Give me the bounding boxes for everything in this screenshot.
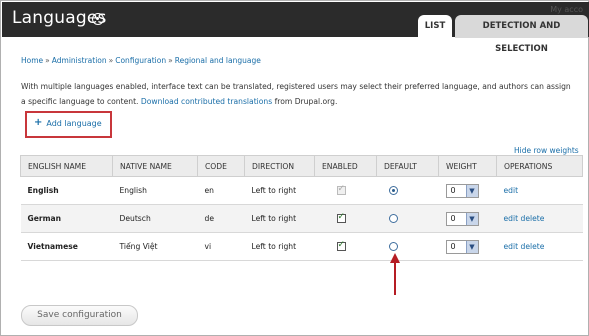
col-english-name[interactable]: ENGLISH NAME <box>20 155 113 177</box>
app-frame: Languages My acco LIST DETECTION AND SEL… <box>0 0 589 336</box>
breadcrumb-home[interactable]: Home <box>21 56 43 65</box>
table-row: German Deutsch de Left to right 0▼ edit … <box>20 204 583 233</box>
default-radio[interactable] <box>388 242 398 252</box>
hide-row-weights-link[interactable]: Hide row weights <box>514 146 579 155</box>
direction: Left to right <box>244 232 315 261</box>
operations-cell: edit delete <box>496 204 583 233</box>
edit-link[interactable]: edit <box>504 186 519 195</box>
breadcrumb-separator: » <box>45 56 50 65</box>
default-radio[interactable] <box>388 214 398 224</box>
enabled-checkbox[interactable] <box>336 240 346 252</box>
language-code: vi <box>197 232 245 261</box>
col-default[interactable]: DEFAULT <box>376 155 439 177</box>
english-name: Vietnamese <box>20 232 113 261</box>
col-weight[interactable]: WEIGHT <box>438 155 497 177</box>
col-native-name[interactable]: NATIVE NAME <box>112 155 198 177</box>
delete-link[interactable]: delete <box>521 214 545 223</box>
weight-cell: 0 ▼ <box>438 204 497 233</box>
breadcrumb-administration[interactable]: Administration <box>52 56 107 65</box>
chevron-down-icon: ▼ <box>465 240 478 253</box>
enabled-checkbox[interactable] <box>336 212 346 224</box>
default-cell <box>376 176 439 205</box>
add-language-label: Add language <box>46 118 102 128</box>
edit-link[interactable]: edit <box>504 242 519 251</box>
weight-value: 0 <box>450 242 456 251</box>
help-text: With multiple languages enabled, interfa… <box>21 79 576 109</box>
save-configuration-button[interactable]: Save configuration <box>21 305 138 326</box>
native-name: English <box>112 176 198 205</box>
col-enabled[interactable]: ENABLED <box>314 155 377 177</box>
weight-select[interactable]: 0 ▼ <box>445 211 479 226</box>
breadcrumb-separator: » <box>168 56 173 65</box>
chevron-down-icon: ▼ <box>465 184 478 197</box>
chevron-down-icon: ▼ <box>465 212 478 225</box>
direction: Left to right <box>244 176 315 205</box>
plus-icon: + <box>34 117 43 128</box>
weight-select[interactable]: 0 ▼ <box>445 183 479 198</box>
weight-select[interactable]: 0 ▼ <box>445 239 479 254</box>
default-cell <box>376 204 439 233</box>
enabled-checkbox <box>336 184 346 196</box>
delete-link[interactable]: delete <box>521 242 545 251</box>
native-name: Tiếng Việt <box>112 232 198 261</box>
weight-value: 0 <box>450 214 456 223</box>
download-translations-link[interactable]: Download contributed translations <box>141 97 272 106</box>
enabled-cell <box>314 232 377 261</box>
edit-link[interactable]: edit <box>504 214 519 223</box>
col-code[interactable]: CODE <box>197 155 245 177</box>
direction: Left to right <box>244 204 315 233</box>
table-row: English English en Left to right 0▼ edit <box>20 176 583 205</box>
enabled-cell <box>314 176 377 205</box>
default-radio[interactable] <box>388 186 398 196</box>
breadcrumb: Home» Administration» Configuration» Region… <box>21 56 261 65</box>
table-row: Vietnamese Tiếng Việt vi Left to right 0… <box>20 232 583 261</box>
native-name: Deutsch <box>112 204 198 233</box>
breadcrumb-separator: » <box>108 56 114 65</box>
english-name: English <box>20 176 113 205</box>
english-name: German <box>20 204 113 233</box>
tab-list[interactable]: LIST <box>418 15 452 38</box>
col-operations: OPERATIONS <box>496 155 583 177</box>
col-direction[interactable]: DIRECTION <box>244 155 315 177</box>
add-language-link[interactable]: + Add language <box>34 118 102 128</box>
language-code: de <box>197 204 245 233</box>
tab-detection-and-selection[interactable]: DETECTION AND SELECTION <box>455 15 588 54</box>
operations-cell: edit delete <box>496 232 583 261</box>
help-suffix: from Drupal.org. <box>274 97 338 106</box>
weight-cell: 0 ▼ <box>438 176 497 205</box>
enabled-cell <box>314 204 377 233</box>
annotation-arrow-icon <box>390 253 400 295</box>
default-cell <box>376 232 439 261</box>
language-code: en <box>197 176 245 205</box>
weight-cell: 0 ▼ <box>438 232 497 261</box>
account-link[interactable]: My acco <box>550 5 583 14</box>
weight-value: 0 <box>450 186 456 195</box>
breadcrumb-configuration[interactable]: Configuration <box>115 56 166 65</box>
operations-cell: edit <box>496 176 583 205</box>
shortcut-icon[interactable] <box>92 13 104 25</box>
admin-header: Languages My acco LIST DETECTION AND SEL… <box>2 2 589 54</box>
languages-table: ENGLISH NAME NATIVE NAME CODE DIRECTION … <box>20 155 583 261</box>
table-header-row: ENGLISH NAME NATIVE NAME CODE DIRECTION … <box>20 155 583 177</box>
breadcrumb-regional[interactable]: Regional and language <box>175 56 261 65</box>
